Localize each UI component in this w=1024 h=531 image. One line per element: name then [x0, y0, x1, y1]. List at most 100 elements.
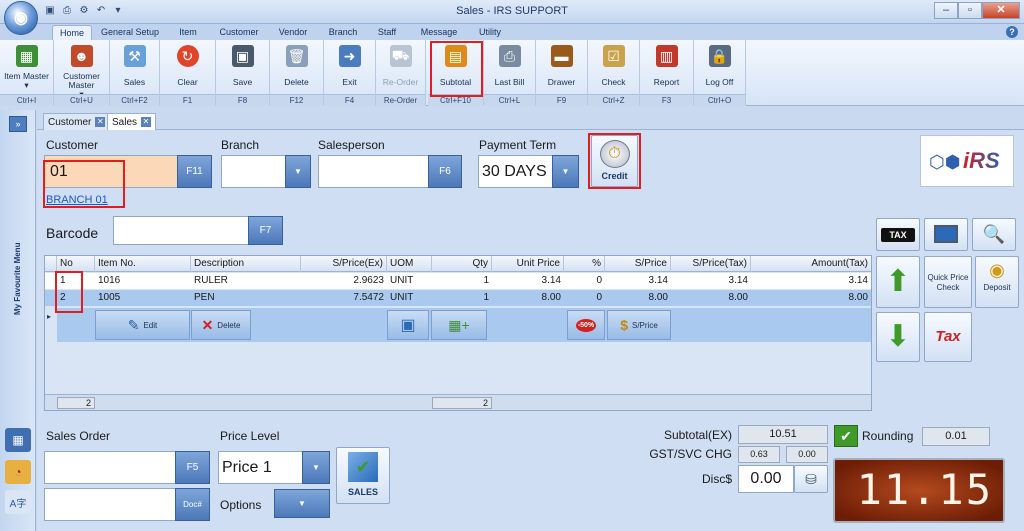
barcode-input[interactable]	[113, 216, 251, 245]
application-menu-orb[interactable]: ◉	[4, 1, 38, 35]
search-price-button[interactable]: 🔍	[972, 218, 1016, 251]
tab-branch[interactable]: Branch	[322, 25, 364, 40]
barcode-lookup-button[interactable]: F7	[248, 216, 283, 245]
col-description[interactable]: Description	[191, 256, 301, 272]
col-amount-tax[interactable]: Amount(Tax)	[751, 256, 871, 272]
col-no[interactable]: No	[57, 256, 95, 272]
report-button[interactable]: ▥ Report F3	[640, 40, 694, 106]
credit-button[interactable]: ⏱ Credit	[591, 135, 638, 187]
tax-button[interactable]: Tax	[924, 312, 972, 362]
branch-dropdown-icon[interactable]: ▼	[285, 155, 311, 188]
qty-total-summary: 2	[432, 397, 492, 409]
tab-vendor[interactable]: Vendor	[272, 25, 314, 40]
price-level-dropdown-icon[interactable]: ▼	[302, 451, 330, 484]
doc-number-button[interactable]: Doc#	[175, 488, 210, 521]
options-dropdown-icon[interactable]: ▼	[274, 489, 330, 518]
last-bill-shortcut: Ctrl+L	[484, 94, 535, 106]
sidebar-grid-icon[interactable]: ▦	[5, 428, 31, 452]
rounding-checkbox[interactable]: ✔	[834, 425, 858, 447]
tab-utility[interactable]: Utility	[470, 25, 510, 40]
sales-button[interactable]: ⚒ Sales Ctrl+F2	[110, 40, 160, 106]
payment-term-dropdown-icon[interactable]: ▼	[552, 155, 579, 188]
drawer-button[interactable]: ▬ Drawer F9	[536, 40, 588, 106]
tab-general-setup[interactable]: General Setup	[98, 25, 162, 40]
close-tab-icon[interactable]: ✕	[141, 117, 152, 127]
reorder-shortcut: Re-Order	[376, 94, 425, 106]
last-bill-button[interactable]: ⎙ Last Bill Ctrl+L	[484, 40, 536, 106]
doc-tab-sales[interactable]: Sales ✕	[107, 113, 157, 130]
branch-link[interactable]: BRANCH 01	[46, 194, 108, 206]
last-bill-icon: ⎙	[498, 45, 521, 67]
close-tab-icon[interactable]: ✕	[95, 117, 106, 127]
sales-order-lookup-button[interactable]: F5	[175, 451, 210, 484]
col-percent[interactable]: %	[564, 256, 605, 272]
price-level-select[interactable]: Price 1	[218, 451, 304, 484]
deposit-button[interactable]: ◉ Deposit	[975, 256, 1019, 308]
tab-customer[interactable]: Customer	[214, 25, 264, 40]
minimize-button[interactable]: –	[934, 2, 958, 19]
sidebar-chart-icon[interactable]: ◔	[5, 460, 31, 484]
monitor-icon	[934, 225, 958, 243]
help-icon[interactable]: ?	[1006, 26, 1018, 38]
monitor-button[interactable]	[924, 218, 968, 251]
save-button[interactable]: ▣ Save F8	[216, 40, 270, 106]
salesperson-input[interactable]	[318, 155, 430, 188]
customer-master-button[interactable]: ☻ Customer Master▾ Ctrl+U	[54, 40, 110, 106]
discount-button[interactable]: -50%	[567, 310, 605, 340]
restore-button[interactable]: ▫	[958, 2, 982, 19]
salesperson-lookup-button[interactable]: F6	[428, 155, 462, 188]
sidebar-expand-icon[interactable]: »	[9, 116, 27, 132]
add-item-button[interactable]: ▦+	[431, 310, 487, 340]
edit-row-button[interactable]: ✎ Edit	[95, 310, 190, 340]
drawer-shortcut: F9	[536, 94, 587, 106]
discount-input[interactable]: 0.00	[738, 465, 794, 493]
item-box-button[interactable]: ▣	[387, 310, 429, 340]
delete-row-button[interactable]: ✕ Delete	[191, 310, 251, 340]
tab-staff[interactable]: Staff	[370, 25, 404, 40]
check-button[interactable]: ☑ Check Ctrl+Z	[588, 40, 640, 106]
barcode-label: Barcode	[46, 225, 99, 241]
doc-number-input[interactable]	[44, 488, 176, 521]
doc-tab-customer[interactable]: Customer ✕	[43, 113, 111, 130]
col-uom[interactable]: UOM	[387, 256, 432, 272]
col-unit-price[interactable]: Unit Price	[492, 256, 564, 272]
sales-shortcut: Ctrl+F2	[110, 94, 159, 106]
exit-button[interactable]: ➜ Exit F4	[324, 40, 376, 106]
col-qty[interactable]: Qty	[432, 256, 492, 272]
subtotal-button[interactable]: ▤ Subtotal Ctrl+F10	[428, 40, 484, 106]
table-row[interactable]: 2 1005 PEN 7.5472 UNIT 1 8.00 0 8.00 8.0…	[45, 290, 871, 306]
customer-lookup-button[interactable]: F11	[177, 155, 212, 188]
col-sprice-tax[interactable]: S/Price(Tax)	[671, 256, 751, 272]
cell-no: 1	[60, 275, 66, 286]
sprice-button[interactable]: $ S/Price	[607, 310, 671, 340]
tax-badge-button[interactable]: TAX	[876, 218, 920, 251]
clear-button[interactable]: ↻ Clear F1	[160, 40, 216, 106]
log-off-button[interactable]: 🔒 Log Off Ctrl+O	[694, 40, 746, 106]
discount-calc-button[interactable]: ⛁	[794, 465, 828, 493]
branch-select[interactable]	[221, 155, 288, 188]
col-sprice-ex[interactable]: S/Price(Ex)	[301, 256, 387, 272]
sales-submit-button[interactable]: ✔ SALES	[336, 447, 390, 504]
col-sprice[interactable]: S/Price	[605, 256, 671, 272]
sidebar-language-icon[interactable]: A字	[5, 490, 31, 514]
doc-tab-customer-label: Customer	[48, 116, 92, 128]
payment-term-select[interactable]: 30 DAYS	[478, 155, 553, 188]
arrow-down-button[interactable]: ⬇	[876, 312, 920, 362]
logo-hexagon-icon: ⬡⬢	[929, 152, 961, 172]
sales-order-input[interactable]	[44, 451, 176, 484]
arrow-up-button[interactable]: ⬆	[876, 256, 920, 308]
item-master-button[interactable]: ▦ Item Master ▾ Ctrl+I	[0, 40, 54, 106]
log-off-icon: 🔒	[708, 45, 731, 67]
logo-text-value: iRS	[963, 148, 1000, 173]
tab-home[interactable]: Home	[52, 25, 92, 40]
delete-button[interactable]: 🗑 Delete F12	[270, 40, 324, 106]
tab-message[interactable]: Message	[414, 25, 464, 40]
close-button[interactable]: ✕	[982, 2, 1020, 19]
col-item-no[interactable]: Item No.	[95, 256, 191, 272]
customer-input[interactable]: 01	[44, 155, 180, 188]
window-title: Sales - IRS SUPPORT	[456, 5, 568, 17]
reorder-button[interactable]: ⛟ Re-Order Re-Order	[376, 40, 426, 106]
quick-price-check-button[interactable]: Quick Price Check	[924, 256, 972, 308]
table-row[interactable]: 1 1016 RULER 2.9623 UNIT 1 3.14 0 3.14 3…	[45, 273, 871, 289]
tab-item[interactable]: Item	[170, 25, 206, 40]
